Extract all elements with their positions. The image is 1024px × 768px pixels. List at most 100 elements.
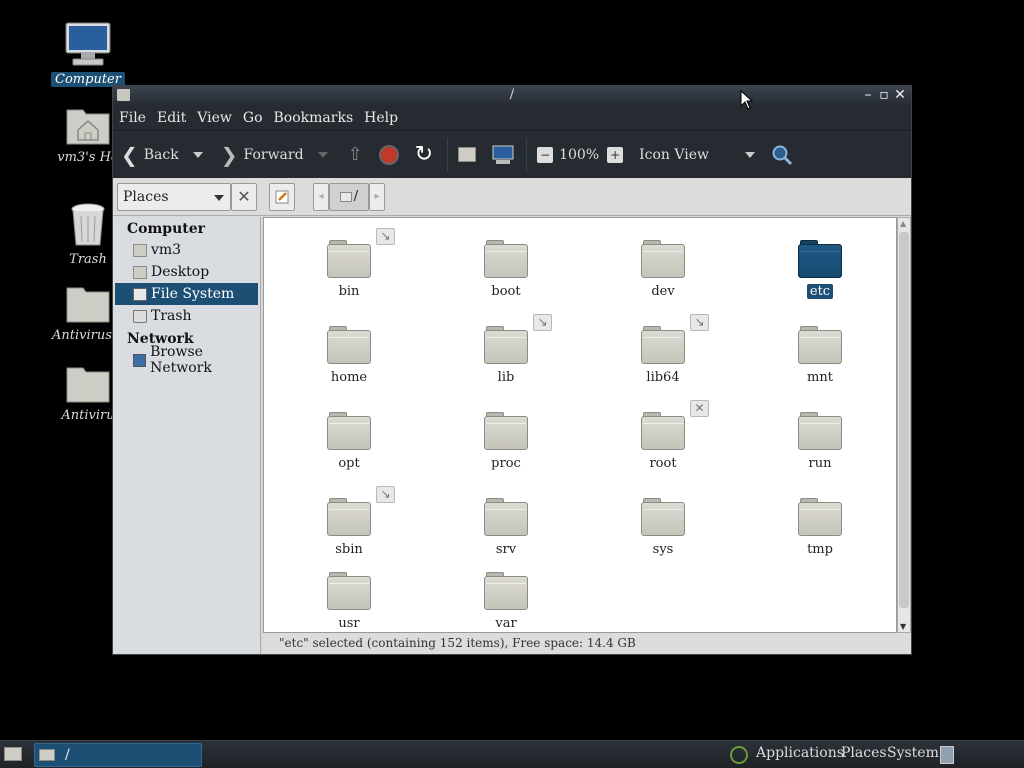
toolbar-separator [526,137,528,172]
folder-item[interactable]: ↘ lib [461,314,552,385]
panel-menu-places[interactable]: Places [841,745,887,761]
toolbar-separator [447,137,449,172]
folder-item[interactable]: ↘ lib64 [618,314,709,385]
vertical-scrollbar[interactable]: ▲ ▼ [897,217,911,633]
sidebar-item-browse-network[interactable]: Browse Network [113,344,260,376]
title-bar[interactable]: / – ▫ ✕ [113,86,911,106]
panel-menu-applications[interactable]: Applications [756,745,844,761]
sidebar-item-vm3[interactable]: vm3 [113,239,260,261]
folder-item[interactable]: mnt [775,326,865,385]
folder-item[interactable]: tmp [775,498,865,557]
zoom-out-icon[interactable]: − [537,146,554,163]
folder-icon [39,749,55,761]
folder-item[interactable]: home [304,326,394,385]
folder-item[interactable]: srv [461,498,551,557]
folder-icon [641,240,685,278]
folder-item[interactable]: dev [618,240,708,299]
status-bar: "etc" selected (containing 152 items), F… [263,633,911,654]
chevron-down-icon [214,194,224,201]
folder-icon [66,367,110,403]
folder-icon [798,240,842,278]
home-icon[interactable] [458,147,477,162]
bottom-panel: / Applications Places System [0,740,1024,768]
panel-menu-system[interactable]: System [887,745,939,761]
menu-bookmarks[interactable]: Bookmarks [274,110,354,126]
folder-item[interactable]: etc [775,240,865,299]
folder-icon: ↘ [484,314,552,364]
icon-view[interactable]: ↘ bin boot dev etc home ↘ lib ↘ lib64 mnt opt proc ✕ r… [263,217,897,633]
back-button[interactable]: ❮ Back [121,137,179,173]
folder-item[interactable]: boot [461,240,551,299]
folder-label: sbin [335,542,363,557]
maximize-button[interactable]: ▫ [877,87,891,103]
home-folder-icon [66,109,110,145]
view-mode-dropdown[interactable] [745,151,756,158]
menu-edit[interactable]: Edit [157,110,186,126]
terminal-launcher-icon[interactable] [940,746,954,764]
folder-item[interactable]: ↘ sbin [304,486,395,557]
menu-go[interactable]: Go [243,110,263,126]
window-title: / [509,87,515,102]
folder-label: var [495,616,517,631]
folder-label: mnt [807,370,833,385]
sidebar-item-label: Browse Network [150,344,212,376]
sidebar-item-trash[interactable]: Trash [113,305,260,327]
path-scroll-left[interactable]: ◂ [313,182,329,211]
menu-help[interactable]: Help [364,110,398,126]
folder-label: boot [491,284,521,299]
folder-label: root [649,456,677,471]
path-scroll-right[interactable]: ▸ [369,182,385,211]
search-icon[interactable] [771,144,793,166]
taskbar-window-button[interactable]: / [34,743,202,767]
folder-item[interactable]: usr [304,572,394,631]
folder-label: home [330,370,368,385]
folder-item[interactable]: opt [304,412,394,471]
show-desktop-icon[interactable] [4,747,22,761]
up-arrow-icon[interactable]: ⇧ [348,144,363,165]
places-combo-label: Places [123,188,169,205]
back-history-dropdown[interactable] [192,151,203,158]
path-button-root[interactable]: / [329,182,369,211]
menu-bar: File Edit View Go Bookmarks Help [113,106,911,130]
folder-item[interactable]: ✕ root [618,400,709,471]
arrow-left-icon: ❮ [121,142,138,167]
folder-item[interactable]: var [461,572,551,631]
drive-icon [339,191,352,202]
back-label: Back [143,146,179,163]
forward-history-dropdown[interactable] [317,151,328,158]
folder-label: usr [338,616,360,631]
close-button[interactable]: ✕ [893,87,907,103]
sidebar-item-label: Desktop [151,264,210,280]
toggle-location-entry-button[interactable] [269,182,295,211]
folder-icon [641,498,685,536]
sidebar-places-combo[interactable]: Places [117,182,231,211]
desktop-icon-computer[interactable]: Computer [48,22,128,87]
reload-icon[interactable]: ↻ [415,142,433,167]
sidebar-item-desktop[interactable]: Desktop [113,261,260,283]
folder-item[interactable]: proc [461,412,551,471]
scrollbar-thumb[interactable] [899,232,909,608]
menu-view[interactable]: View [197,110,232,126]
view-mode-select[interactable]: Icon View [639,147,709,163]
folder-icon [484,498,528,536]
minimize-button[interactable]: – [861,87,875,103]
close-sidebar-button[interactable]: ✕ [231,182,257,211]
menu-file[interactable]: File [119,110,146,126]
folder-item[interactable]: run [775,412,865,471]
folder-icon [798,498,842,536]
folder-icon [327,572,371,610]
sidebar-item-label: Trash [151,308,192,324]
folder-label: lib [497,370,515,385]
folder-icon [798,326,842,364]
symlink-emblem-icon: ↘ [690,314,709,331]
computer-icon[interactable] [492,145,514,165]
computer-icon [65,22,111,66]
scroll-down-icon[interactable]: ▼ [900,622,906,631]
zoom-in-icon[interactable]: + [607,146,624,163]
folder-item[interactable]: sys [618,498,708,557]
scroll-up-icon[interactable]: ▲ [900,219,906,228]
folder-item[interactable]: ↘ bin [304,228,395,299]
sidebar-item-file-system[interactable]: File System [115,283,258,305]
stop-icon[interactable] [378,144,399,165]
forward-button[interactable]: ❯ Forward [221,137,304,173]
